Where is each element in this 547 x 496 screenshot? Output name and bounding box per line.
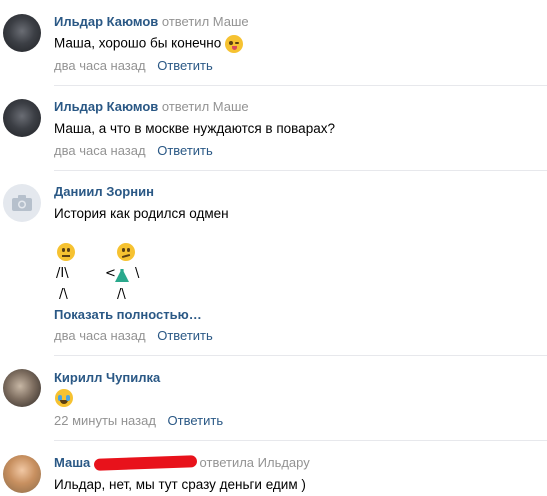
comment-item: Маша ответила Ильдару Ильдар, нет, мы ту… — [0, 0, 547, 496]
avatar[interactable] — [3, 455, 41, 493]
author-name[interactable]: Маша — [54, 455, 90, 470]
comment-text: Ильдар, нет, мы тут сразу деньги едим ) — [54, 477, 306, 492]
reply-to-label[interactable]: ответила Ильдару — [200, 455, 310, 470]
